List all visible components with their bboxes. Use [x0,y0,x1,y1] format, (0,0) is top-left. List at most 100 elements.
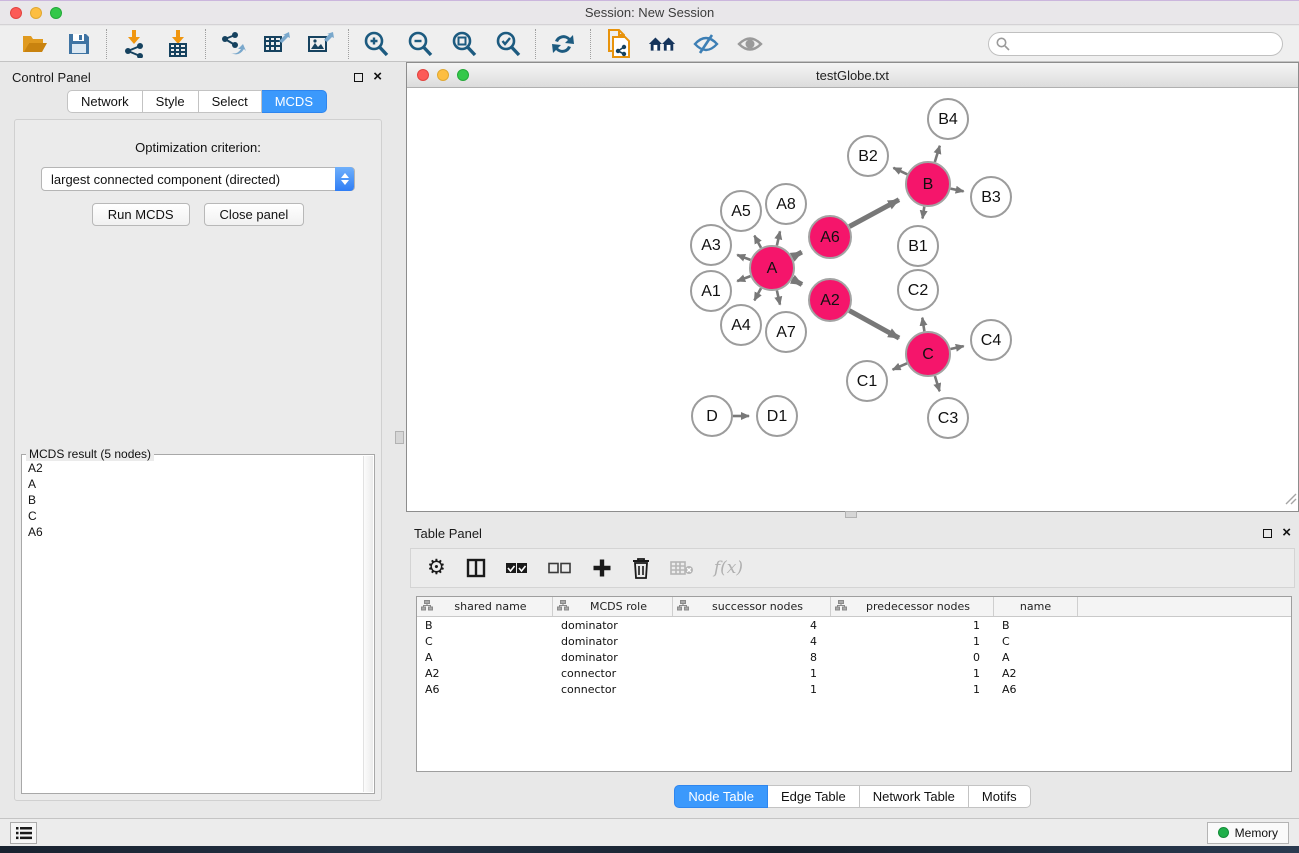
graph-node[interactable]: C3 [928,398,968,438]
result-item[interactable]: A [28,476,362,492]
graph-node[interactable]: C1 [847,361,887,401]
graph-edge[interactable] [893,363,907,369]
zoom-in-icon[interactable] [361,29,391,59]
result-item[interactable]: C [28,508,362,524]
graph-edge[interactable] [777,291,780,305]
deselect-all-columns-icon[interactable] [548,562,572,574]
graph-node[interactable]: B [906,162,950,206]
table-cell[interactable]: 1 [673,667,831,680]
delete-columns-trash-icon[interactable] [632,557,650,579]
table-cell[interactable]: 0 [831,651,994,664]
open-session-icon[interactable] [20,29,50,59]
column-header-successor-nodes[interactable]: successor nodes [673,597,831,616]
result-scrollbar[interactable] [363,456,373,792]
table-cell[interactable]: dominator [553,619,673,632]
table-cell[interactable]: C [417,635,553,648]
destroy-table-icon[interactable] [670,559,694,577]
table-cell[interactable]: 4 [673,635,831,648]
table-row[interactable]: A2connector11A2 [417,665,1291,681]
vertical-split-handle[interactable] [395,431,404,444]
result-item[interactable]: B [28,492,362,508]
result-item[interactable]: A6 [28,524,362,540]
column-header-predecessor-nodes[interactable]: predecessor nodes [831,597,994,616]
graph-edge[interactable] [923,207,925,219]
graph-edge[interactable] [737,276,750,281]
graph-edge[interactable] [951,189,964,192]
tab-network[interactable]: Network [67,90,143,113]
graph-node[interactable]: A6 [809,216,851,258]
graph-node[interactable]: A2 [809,279,851,321]
resize-grip-icon[interactable] [1284,492,1297,510]
column-header-shared-name[interactable]: shared name [417,597,553,616]
close-panel-icon[interactable]: × [373,72,382,82]
table-settings-gear-icon[interactable]: ⚙ [427,558,446,578]
graph-node[interactable]: C [906,332,950,376]
column-header-name[interactable]: name [994,597,1078,616]
table-cell[interactable]: B [994,619,1078,632]
graph-node[interactable]: A7 [766,312,806,352]
table-cell[interactable]: A [994,651,1078,664]
table-cell[interactable]: A2 [994,667,1078,680]
float-table-panel-icon[interactable] [1263,529,1272,538]
tab-edge-table[interactable]: Edge Table [768,785,860,808]
graph-node[interactable]: B4 [928,99,968,139]
hide-panel-eye-icon[interactable] [691,29,721,59]
table-cell[interactable]: 4 [673,619,831,632]
graph-node[interactable]: A5 [721,191,761,231]
column-header-MCDS-role[interactable]: MCDS role [553,597,673,616]
table-cell[interactable]: B [417,619,553,632]
node-table[interactable]: shared nameMCDS rolesuccessor nodesprede… [416,596,1292,772]
search-input[interactable] [988,32,1283,56]
horizontal-split-handle[interactable] [845,511,857,518]
graph-node[interactable]: B1 [898,226,938,266]
export-image-icon[interactable] [306,29,336,59]
graph-node[interactable]: C2 [898,270,938,310]
close-panel-button[interactable]: Close panel [204,203,305,226]
table-cell[interactable]: A2 [417,667,553,680]
task-history-list-icon[interactable] [10,822,37,844]
network-canvas[interactable]: AA1A2A3A4A5A6A7A8BB1B2B3B4CC1C2C3C4DD1 [407,88,1298,511]
criterion-dropdown[interactable]: largest connected component (directed) [41,167,355,191]
graph-edge[interactable] [849,200,899,227]
graph-edge[interactable] [754,236,761,248]
graph-edge[interactable] [792,252,802,257]
home-networks-icon[interactable] [647,29,677,59]
table-cell[interactable]: 1 [673,683,831,696]
graph-edge[interactable] [951,346,964,349]
graph-edge[interactable] [849,311,899,339]
tab-motifs[interactable]: Motifs [969,785,1031,808]
mcds-result-list[interactable]: A2ABCA6 [23,456,362,792]
graph-node[interactable]: D [692,396,732,436]
graph-edge[interactable] [893,168,907,175]
graph-node[interactable]: C4 [971,320,1011,360]
graph-edge[interactable] [935,146,940,162]
tab-network-table[interactable]: Network Table [860,785,969,808]
table-cell[interactable]: C [994,635,1078,648]
table-cell[interactable]: 1 [831,683,994,696]
table-cell[interactable]: A6 [417,683,553,696]
graph-node[interactable]: B3 [971,177,1011,217]
memory-button[interactable]: Memory [1207,822,1289,844]
export-table-icon[interactable] [262,29,292,59]
table-cell[interactable]: connector [553,683,673,696]
table-cell[interactable]: A [417,651,553,664]
table-cell[interactable]: 8 [673,651,831,664]
graph-node[interactable]: D1 [757,396,797,436]
network-graph[interactable]: AA1A2A3A4A5A6A7A8BB1B2B3B4CC1C2C3C4DD1 [407,88,1298,511]
select-all-columns-icon[interactable] [506,562,528,574]
graph-edge[interactable] [777,231,780,245]
table-cell[interactable]: A6 [994,683,1078,696]
result-item[interactable]: A2 [28,460,362,476]
import-network-icon[interactable] [119,29,149,59]
import-table-icon[interactable] [163,29,193,59]
table-cell[interactable]: 1 [831,667,994,680]
save-session-icon[interactable] [64,29,94,59]
tab-select[interactable]: Select [199,90,262,113]
graph-edge[interactable] [922,318,924,332]
zoom-out-icon[interactable] [405,29,435,59]
run-mcds-button[interactable]: Run MCDS [92,203,190,226]
graph-edge[interactable] [935,376,940,391]
table-cell[interactable]: dominator [553,635,673,648]
graph-node[interactable]: A3 [691,225,731,265]
table-cell[interactable]: connector [553,667,673,680]
